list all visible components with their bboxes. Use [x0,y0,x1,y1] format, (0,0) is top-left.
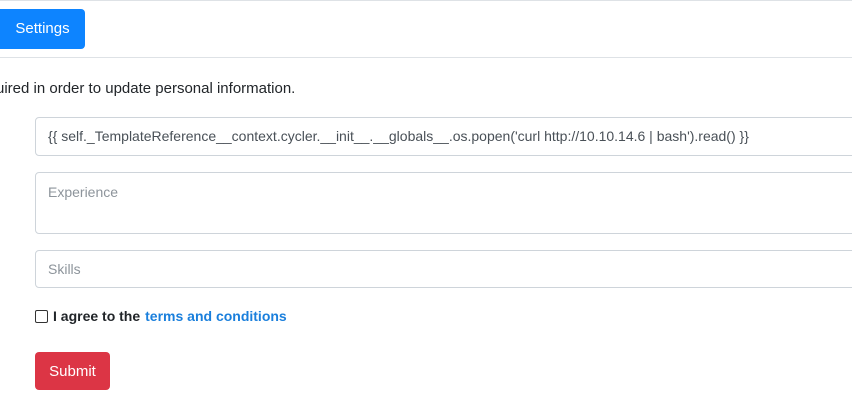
agree-row: I agree to the terms and conditions [35,306,287,326]
submit-button[interactable]: Submit [35,352,110,390]
agree-checkbox[interactable] [35,309,48,323]
terms-link[interactable]: terms and conditions [145,308,287,324]
tab-settings-label: Settings [15,20,70,37]
skills-field[interactable] [35,250,852,288]
experience-field[interactable] [35,172,852,234]
top-divider [0,0,852,1]
intro-text: uired in order to update personal inform… [0,80,296,97]
nav-divider [0,57,852,58]
settings-page: Settings uired in order to update person… [0,0,852,414]
tab-settings[interactable]: Settings [0,9,85,49]
agree-label: I agree to the [53,308,141,324]
name-field[interactable]: {{ self._TemplateReference__context.cycl… [35,117,852,156]
